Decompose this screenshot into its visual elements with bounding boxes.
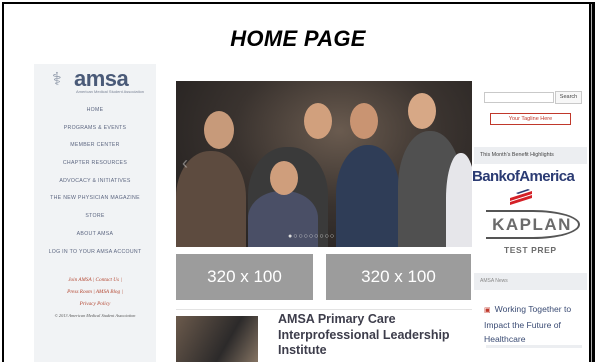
footer-privacy-link[interactable]: Privacy Policy [34, 298, 156, 310]
footer-links-2[interactable]: Press Room | AMSA Blog | [34, 286, 156, 298]
amsa-logo[interactable]: ⚕ amsa American Medical Student Associat… [52, 66, 148, 96]
news-item[interactable]: ▣ Working Together to Impact the Future o… [484, 302, 584, 346]
hero-face [408, 93, 436, 129]
nav-item-store[interactable]: STORE [34, 208, 156, 226]
benefits-heading: This Month's Benefit Highlights [474, 147, 587, 164]
ad-banner-1[interactable]: 320 x 100 [176, 254, 313, 300]
news-item-title[interactable]: Working Together to Impact the Future of… [484, 304, 571, 344]
nav-item-member-center[interactable]: MEMBER CENTER [34, 137, 156, 155]
sponsor-bank-of-america[interactable]: BankofAmerica [472, 168, 575, 185]
main-nav: HOME PROGRAMS & EVENTS MEMBER CENTER CHA… [34, 102, 156, 261]
search-button[interactable]: Search [555, 91, 582, 104]
footer-copyright: © 2013 American Medical Student Associat… [54, 313, 136, 318]
featured-article[interactable]: AMSA Primary Care Interprofessional Lead… [176, 309, 472, 362]
mockup-frame: HOME PAGE ⚕ amsa American Medical Studen… [2, 2, 595, 362]
hero-face [350, 103, 378, 139]
hero-face [204, 111, 234, 149]
news-divider [486, 345, 582, 348]
hero-carousel[interactable]: ‹ ●○○○○○○○○ [176, 81, 472, 247]
article-headline[interactable]: AMSA Primary Care Interprofessional Lead… [278, 312, 458, 359]
carousel-prev-icon[interactable]: ‹ [182, 153, 188, 174]
news-heading: AMSA News [474, 273, 587, 290]
tagline-box: Your Tagline Here [490, 113, 571, 125]
sidebar-footer: Join AMSA | Contact Us | Press Room | AM… [34, 274, 156, 322]
nav-item-advocacy[interactable]: ADVOCACY & INITIATIVES [34, 173, 156, 191]
nav-item-login[interactable]: LOG IN TO YOUR AMSA ACCOUNT [34, 244, 156, 262]
nav-item-about[interactable]: ABOUT AMSA [34, 226, 156, 244]
left-sidebar: ⚕ amsa American Medical Student Associat… [34, 64, 156, 362]
article-thumbnail[interactable] [176, 316, 258, 362]
bank-of-america-flag-icon [510, 189, 532, 205]
nav-item-home[interactable]: HOME [34, 102, 156, 120]
caduceus-icon: ⚕ [52, 69, 62, 89]
carousel-dots[interactable]: ●○○○○○○○○ [288, 233, 335, 240]
sponsor-kaplan-sub: TEST PREP [504, 245, 557, 255]
hero-face [304, 103, 332, 139]
ad-banner-2[interactable]: 320 x 100 [326, 254, 471, 300]
nav-item-chapter-resources[interactable]: CHAPTER RESOURCES [34, 155, 156, 173]
nav-item-programs[interactable]: PROGRAMS & EVENTS [34, 120, 156, 138]
hero-person [336, 145, 400, 247]
logo-tagline: American Medical Student Association [76, 89, 145, 94]
footer-links-1[interactable]: Join AMSA | Contact Us | [34, 274, 156, 286]
nav-item-magazine[interactable]: THE NEW PHYSICIAN MAGAZINE [34, 190, 156, 208]
page-title: HOME PAGE [230, 26, 366, 51]
hero-face [270, 161, 298, 195]
hero-person [446, 153, 472, 247]
sponsor-kaplan[interactable]: KAPLAN [486, 210, 580, 239]
search-input[interactable] [484, 92, 554, 103]
calendar-icon: ▣ [484, 307, 491, 314]
website-screenshot: ⚕ amsa American Medical Student Associat… [34, 64, 592, 362]
